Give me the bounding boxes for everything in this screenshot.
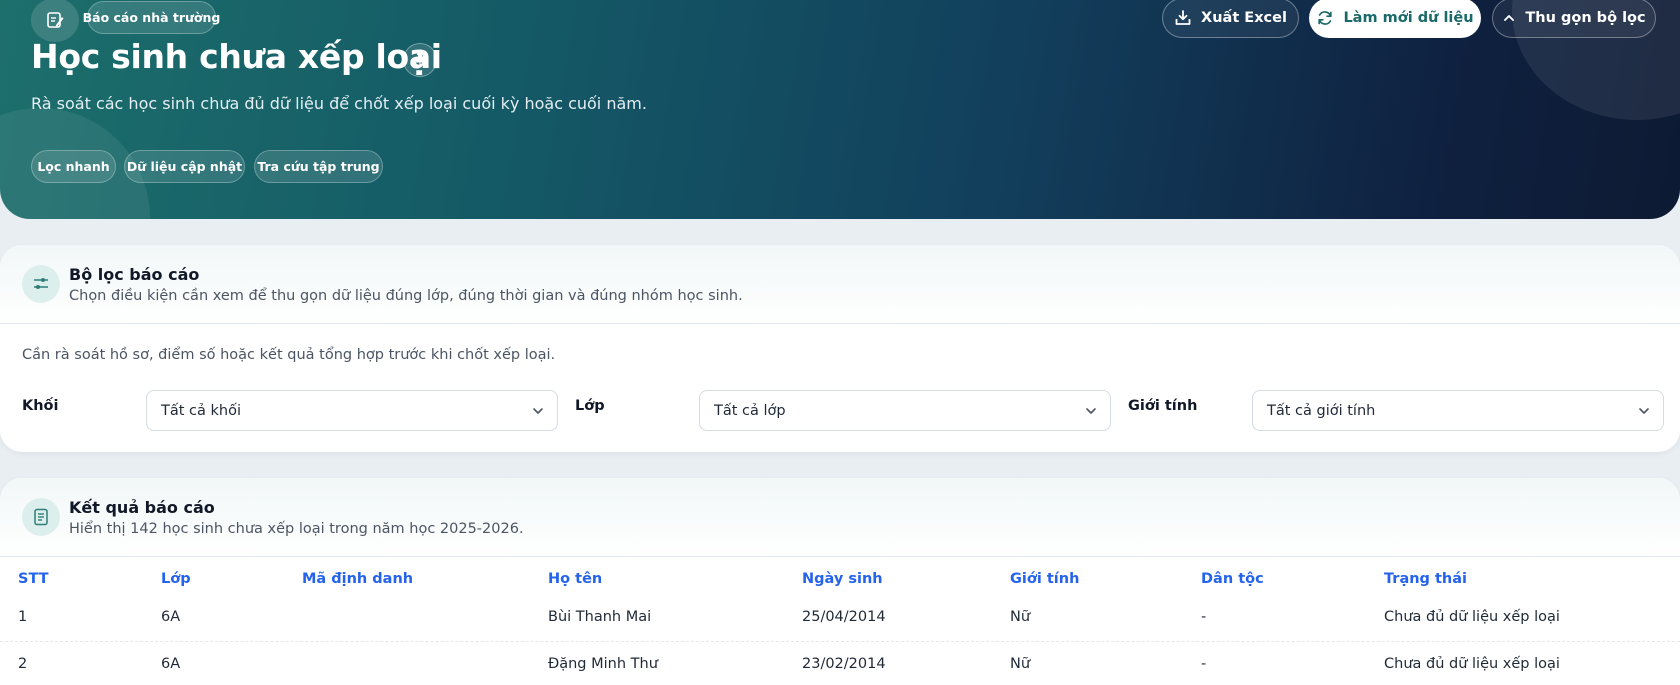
row-divider (0, 641, 1680, 642)
cell-status: Chưa đủ dữ liệu xếp loại (1384, 656, 1560, 672)
column-header-birthdate[interactable]: Ngày sinh (802, 571, 883, 587)
cell-ethnicity: - (1201, 609, 1207, 625)
grade-select[interactable]: Tất cả khối (146, 390, 558, 431)
document-list-icon (22, 498, 60, 536)
chevron-down-icon (1086, 408, 1096, 414)
report-badge: Báo cáo nhà trường (83, 1, 220, 34)
export-excel-button[interactable]: Xuất Excel (1162, 0, 1299, 38)
cell-class: 6A (161, 609, 181, 625)
collapse-filter-button[interactable]: Thu gọn bộ lọc (1492, 0, 1656, 38)
cell-birthdate: 25/04/2014 (802, 609, 886, 625)
filter-title: Bộ lọc báo cáo (69, 265, 200, 284)
page-title: Học sinh chưa xếp loại (31, 37, 442, 76)
column-header-stt[interactable]: STT (18, 571, 49, 587)
gender-select[interactable]: Tất cả giới tính (1252, 390, 1664, 431)
download-icon (1175, 10, 1191, 25)
export-excel-label: Xuất Excel (1201, 10, 1287, 26)
results-description: Hiển thị 142 học sinh chưa xếp loại tron… (69, 521, 524, 537)
chip-central-lookup[interactable]: Tra cứu tập trung (254, 150, 383, 183)
filter-card-header: Bộ lọc báo cáo Chọn điều kiện cần xem để… (0, 245, 1680, 324)
refresh-icon (1318, 11, 1333, 25)
column-header-class[interactable]: Lớp (161, 571, 191, 587)
cell-class: 6A (161, 656, 181, 672)
filter-description: Chọn điều kiện cần xem để thu gọn dữ liệ… (69, 288, 743, 304)
cell-stt: 1 (18, 609, 28, 625)
column-header-ethnicity[interactable]: Dân tộc (1201, 571, 1264, 587)
column-header-id[interactable]: Mã định danh (302, 571, 413, 587)
grade-select-value: Tất cả khối (161, 402, 241, 419)
edit-document-icon (31, 0, 79, 42)
filter-note: Cần rà soát hồ sơ, điểm số hoặc kết quả … (22, 347, 556, 363)
results-card-header: Kết quả báo cáo Hiển thị 142 học sinh ch… (0, 478, 1680, 557)
page-subtitle: Rà soát các học sinh chưa đủ dữ liệu để … (31, 94, 647, 113)
cell-gender: Nữ (1010, 609, 1031, 625)
cell-status: Chưa đủ dữ liệu xếp loại (1384, 609, 1560, 625)
chevron-down-icon (533, 408, 543, 414)
pin-icon (415, 53, 425, 67)
gender-select-value: Tất cả giới tính (1267, 402, 1376, 419)
class-select-value: Tất cả lớp (714, 402, 786, 419)
refresh-data-label: Làm mới dữ liệu (1343, 10, 1474, 26)
cell-name: Đặng Minh Thư (548, 656, 658, 672)
grade-label: Khối (22, 398, 59, 414)
chevron-down-icon (1639, 408, 1649, 414)
chip-quick-filter[interactable]: Lọc nhanh (31, 150, 116, 183)
chevron-up-icon (1504, 15, 1515, 21)
cell-gender: Nữ (1010, 656, 1031, 672)
class-label: Lớp (575, 398, 605, 414)
chip-updated-data[interactable]: Dữ liệu cập nhật (124, 150, 245, 183)
column-header-name[interactable]: Họ tên (548, 571, 602, 587)
sliders-icon (22, 265, 60, 303)
refresh-data-button[interactable]: Làm mới dữ liệu (1309, 0, 1481, 38)
results-title: Kết quả báo cáo (69, 498, 215, 517)
pin-button[interactable] (403, 43, 437, 77)
collapse-filter-label: Thu gọn bộ lọc (1525, 10, 1646, 26)
gender-label: Giới tính (1128, 398, 1198, 414)
filter-card: Bộ lọc báo cáo Chọn điều kiện cần xem để… (0, 245, 1680, 452)
cell-ethnicity: - (1201, 656, 1207, 672)
class-select[interactable]: Tất cả lớp (699, 390, 1111, 431)
column-header-status[interactable]: Trạng thái (1384, 571, 1467, 587)
results-card: Kết quả báo cáo Hiển thị 142 học sinh ch… (0, 478, 1680, 685)
cell-birthdate: 23/02/2014 (802, 656, 886, 672)
cell-stt: 2 (18, 656, 28, 672)
column-header-gender[interactable]: Giới tính (1010, 571, 1079, 587)
cell-name: Bùi Thanh Mai (548, 609, 652, 625)
